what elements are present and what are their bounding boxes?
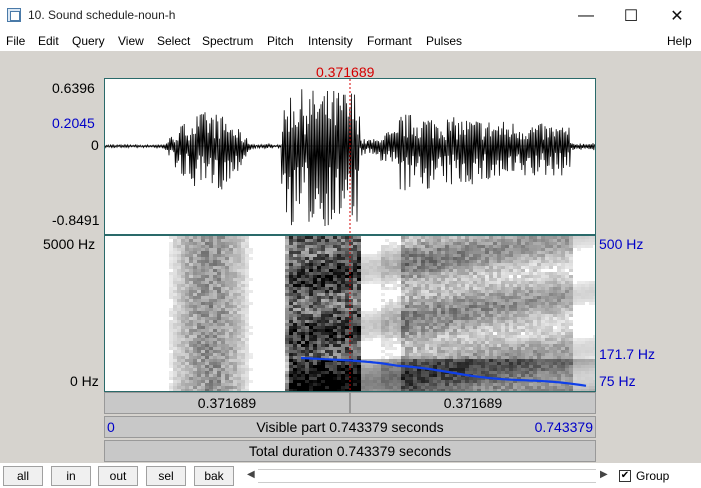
menu-spectrum[interactable]: Spectrum — [202, 34, 253, 48]
menu-intensity[interactable]: Intensity — [308, 34, 353, 48]
visible-start-time: 0 — [107, 419, 115, 435]
menu-edit[interactable]: Edit — [38, 34, 59, 48]
minimize-button[interactable]: — — [563, 0, 609, 31]
total-duration-bar[interactable]: Total duration 0.743379 seconds — [104, 440, 596, 462]
zoom-back-label: bak — [204, 469, 224, 483]
right-segment-duration: 0.371689 — [443, 395, 503, 411]
waveform-y-max: 0.6396 — [52, 80, 95, 96]
scroll-right-icon[interactable]: ▶ — [600, 469, 608, 480]
pitch-cursor-label: 171.7 Hz — [599, 346, 656, 362]
menu-view[interactable]: View — [118, 34, 144, 48]
spectrogram-view[interactable] — [104, 235, 597, 392]
visible-part-bar[interactable]: 0 Visible part 0.743379 seconds 0.743379 — [104, 416, 596, 438]
zoom-sel-label: sel — [158, 469, 174, 483]
visible-part-label: Visible part 0.743379 seconds — [256, 419, 444, 435]
maximize-icon: ☐ — [623, 7, 639, 25]
left-segment-bar[interactable]: 0.371689 — [104, 392, 350, 414]
pitch-max-label: 500 Hz — [599, 236, 644, 252]
maximize-button[interactable]: ☐ — [608, 0, 654, 31]
zoom-all-button[interactable]: all — [3, 466, 43, 486]
zoom-all-label: all — [16, 469, 29, 483]
menu-formant[interactable]: Formant — [367, 34, 412, 48]
zoom-back-button[interactable]: bak — [194, 466, 234, 486]
waveform-y-cursor: 0.2045 — [52, 115, 95, 131]
minimize-icon: — — [578, 6, 594, 24]
bottom-toolbar: all in out sel bak ◀ ▶ ✔ Group — [0, 463, 701, 488]
menu-pulses[interactable]: Pulses — [426, 34, 462, 48]
menu-help[interactable]: Help — [667, 34, 692, 48]
waveform-plot — [104, 79, 595, 234]
zoom-sel-button[interactable]: sel — [146, 466, 186, 486]
horizontal-scrollbar[interactable] — [258, 469, 596, 483]
menu-pitch[interactable]: Pitch — [267, 34, 294, 48]
checkmark-icon: ✔ — [620, 470, 630, 481]
title-bar: 10. Sound schedule-noun-h — ☐ ✕ — [0, 0, 701, 31]
menu-file[interactable]: File — [6, 34, 25, 48]
left-segment-duration: 0.371689 — [197, 395, 257, 411]
group-label: Group — [636, 469, 670, 483]
praat-window-icon — [7, 8, 21, 22]
zoom-out-label: out — [109, 469, 127, 483]
zoom-in-label: in — [66, 469, 76, 483]
visible-end-time: 0.743379 — [534, 419, 593, 435]
spectrogram-freq-min: 0 Hz — [70, 373, 99, 389]
spectrogram-plot — [169, 236, 597, 392]
window-title: 10. Sound schedule-noun-h — [28, 8, 176, 22]
waveform-y-zero: 0 — [91, 137, 99, 153]
right-segment-bar[interactable]: 0.371689 — [350, 392, 596, 414]
pitch-min-label: 75 Hz — [599, 373, 636, 389]
close-button[interactable]: ✕ — [654, 0, 700, 31]
group-checkbox[interactable]: ✔ — [619, 470, 631, 482]
spectrogram-freq-max: 5000 Hz — [43, 236, 96, 252]
zoom-out-button[interactable]: out — [98, 466, 138, 486]
close-icon: ✕ — [670, 7, 684, 25]
total-duration-label: Total duration 0.743379 seconds — [248, 443, 452, 459]
scroll-left-icon[interactable]: ◀ — [247, 469, 255, 480]
waveform-view[interactable] — [104, 78, 596, 235]
zoom-in-button[interactable]: in — [51, 466, 91, 486]
waveform-y-min: -0.8491 — [52, 212, 100, 228]
menu-select[interactable]: Select — [157, 34, 190, 48]
menu-query[interactable]: Query — [72, 34, 105, 48]
menu-bar: File Edit Query View Select Spectrum Pit… — [0, 31, 701, 51]
spectrogram-cells — [169, 236, 597, 392]
waveform-trace — [104, 89, 595, 227]
